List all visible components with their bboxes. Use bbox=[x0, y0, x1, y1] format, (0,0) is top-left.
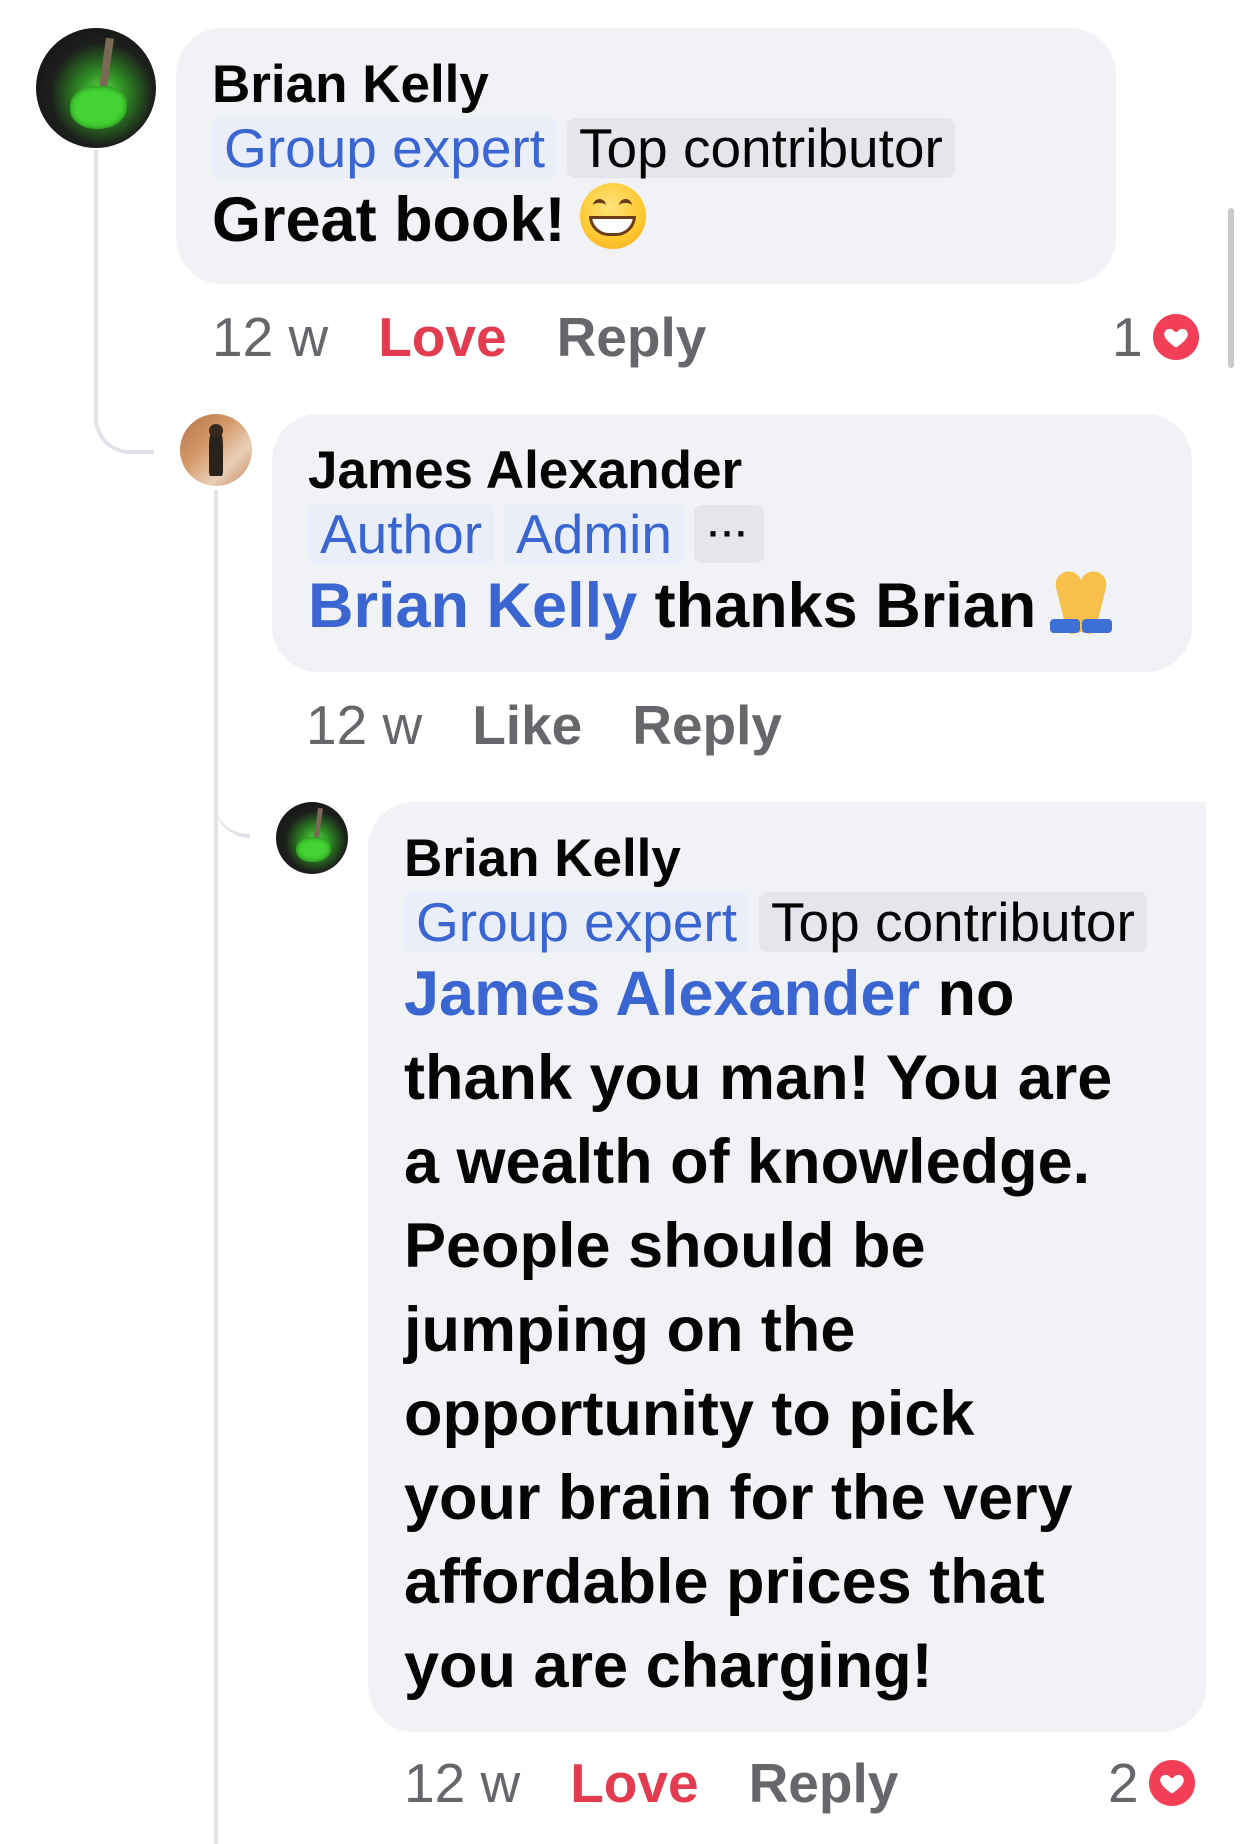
comment-text: James Alexander no thank you man! You ar… bbox=[404, 952, 1206, 1708]
heart-icon bbox=[1144, 1756, 1199, 1810]
reaction-count[interactable]: 1 bbox=[1112, 304, 1203, 370]
comment-text-line: opportunity to pick bbox=[404, 1379, 975, 1449]
comment-author[interactable]: Brian Kelly bbox=[404, 828, 1206, 890]
reaction-count-value: 1 bbox=[1112, 306, 1143, 368]
thread-connector bbox=[94, 150, 154, 454]
reply-button[interactable]: Reply bbox=[749, 1751, 899, 1815]
comment-timestamp[interactable]: 12 w bbox=[404, 1751, 520, 1815]
badge-row: Group expert Top contributor bbox=[404, 892, 1206, 952]
comment-text-line: People should be bbox=[404, 1211, 926, 1281]
thread-connector bbox=[214, 490, 218, 1844]
comment-text-body: thanks Brian bbox=[654, 571, 1037, 641]
comment-text-line: a wealth of knowledge. bbox=[404, 1127, 1091, 1197]
comment-actions: 12 w Love Reply bbox=[404, 1748, 898, 1818]
reply-button[interactable]: Reply bbox=[557, 305, 707, 369]
comment-text-body: no bbox=[937, 959, 1015, 1029]
avatar[interactable] bbox=[180, 414, 252, 486]
badge-top-contributor[interactable]: Top contributor bbox=[759, 892, 1147, 952]
avatar-person-head bbox=[208, 424, 224, 438]
badge-row: Author Admin ··· bbox=[308, 504, 1156, 564]
reply-button[interactable]: Reply bbox=[632, 693, 782, 757]
more-badges-button[interactable]: ··· bbox=[693, 505, 764, 563]
badge-author[interactable]: Author bbox=[308, 504, 495, 564]
avatar[interactable] bbox=[36, 28, 156, 148]
comment-text-line: you are charging! bbox=[404, 1631, 933, 1701]
love-button[interactable]: Love bbox=[378, 305, 506, 369]
badge-group-expert[interactable]: Group expert bbox=[404, 892, 750, 952]
love-button[interactable]: Love bbox=[570, 1751, 698, 1815]
badge-top-contributor[interactable]: Top contributor bbox=[567, 118, 955, 178]
comment-thread: Brian Kelly Group expert Top contributor… bbox=[0, 0, 1242, 1844]
comment-text-line: James Alexander no bbox=[404, 952, 1206, 1036]
comment-text-line: your brain for the very bbox=[404, 1463, 1073, 1533]
comment-actions: 12 w Like Reply bbox=[306, 690, 782, 760]
scrollbar[interactable] bbox=[1228, 208, 1234, 368]
grinning-face-icon bbox=[579, 183, 646, 249]
thread-connector bbox=[214, 760, 250, 838]
avatar-guitar-body bbox=[296, 836, 331, 863]
reaction-count[interactable]: 2 bbox=[1108, 1750, 1199, 1816]
comment-text: Brian Kelly thanks Brian bbox=[308, 564, 1156, 648]
like-button[interactable]: Like bbox=[472, 693, 582, 757]
comment-text: Great book! bbox=[212, 178, 1080, 262]
comment-timestamp[interactable]: 12 w bbox=[212, 305, 328, 369]
heart-icon bbox=[1148, 310, 1203, 364]
comment-bubble: Brian Kelly Group expert Top contributor… bbox=[368, 802, 1206, 1732]
comment-text-body: Great book! bbox=[212, 185, 566, 255]
badge-row: Group expert Top contributor bbox=[212, 118, 1080, 178]
avatar[interactable] bbox=[276, 802, 348, 874]
comment-author[interactable]: James Alexander bbox=[308, 440, 1156, 502]
reaction-count-value: 2 bbox=[1108, 1752, 1139, 1814]
mention-link[interactable]: Brian Kelly bbox=[308, 571, 637, 641]
comment-timestamp[interactable]: 12 w bbox=[306, 693, 422, 757]
comment-text-line: jumping on the bbox=[404, 1295, 856, 1365]
comment-actions: 12 w Love Reply bbox=[212, 302, 706, 372]
comment-text-line: affordable prices that bbox=[404, 1547, 1045, 1617]
mention-link[interactable]: James Alexander bbox=[404, 959, 920, 1029]
badge-group-expert[interactable]: Group expert bbox=[212, 118, 558, 178]
comment-bubble: James Alexander Author Admin ··· Brian K… bbox=[272, 414, 1192, 672]
comment-author[interactable]: Brian Kelly bbox=[212, 54, 1080, 116]
comment-text-line: thank you man! You are bbox=[404, 1043, 1113, 1113]
folded-hands-icon bbox=[1048, 567, 1114, 636]
comment-bubble: Brian Kelly Group expert Top contributor… bbox=[176, 28, 1116, 284]
badge-admin[interactable]: Admin bbox=[504, 504, 684, 564]
avatar-guitar-body bbox=[69, 85, 128, 129]
